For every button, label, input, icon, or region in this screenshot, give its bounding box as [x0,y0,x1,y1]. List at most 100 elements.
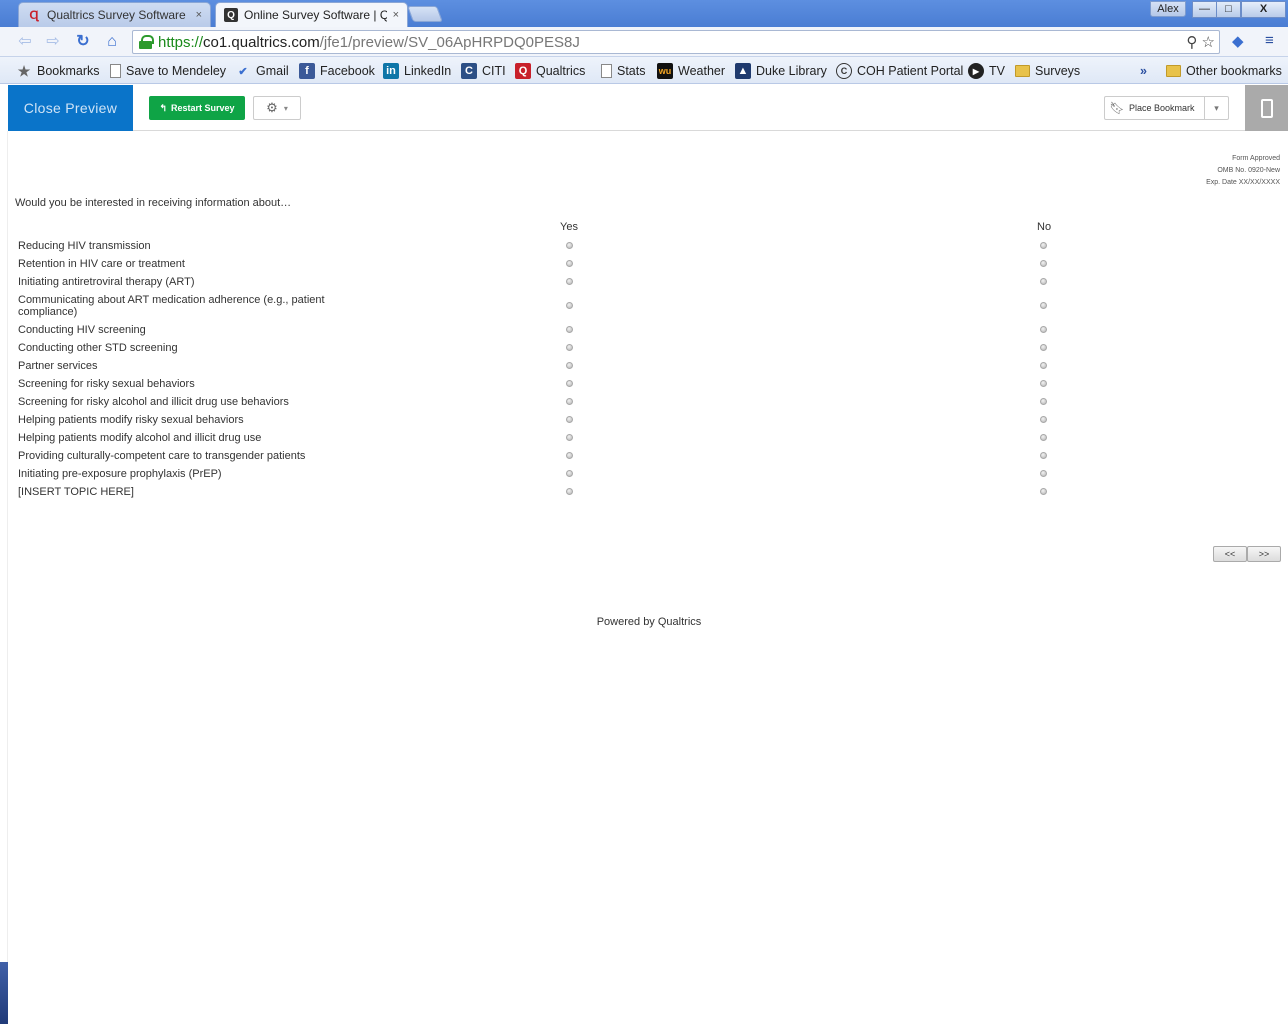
close-preview-button[interactable]: Close Preview [8,85,133,131]
radio-yes[interactable] [566,302,573,309]
url-scheme: https:// [158,33,204,51]
navigation-toolbar: ⇦ ⇨ ↻ ⌂ https://co1.qualtrics.com/jfe1/p… [0,27,1288,57]
radio-no[interactable] [1040,326,1047,333]
bookmark-citi[interactable]: C CITI [461,62,506,80]
bookmark-qualtrics[interactable]: Q Qualtrics [515,62,585,80]
citi-icon: C [461,63,477,79]
next-button[interactable]: >> [1247,546,1281,562]
radio-no[interactable] [1040,260,1047,267]
question-text: Would you be interested in receiving inf… [15,197,292,209]
bookmark-surveys[interactable]: Surveys [1015,62,1080,80]
facebook-icon: f [299,63,315,79]
radio-no[interactable] [1040,416,1047,423]
bookmark-linkedin[interactable]: in LinkedIn [383,62,451,80]
radio-yes[interactable] [566,242,573,249]
tab-title: Online Survey Software | Q [244,8,387,22]
powered-by-footer: Powered by Qualtrics [596,616,702,628]
restart-survey-button[interactable]: ↰ Restart Survey [149,96,245,120]
radio-yes[interactable] [566,362,573,369]
radio-yes[interactable] [566,452,573,459]
radio-no[interactable] [1040,398,1047,405]
lock-icon [139,35,154,49]
radio-no[interactable] [1040,344,1047,351]
radio-no[interactable] [1040,470,1047,477]
radio-yes[interactable] [566,470,573,477]
radio-yes[interactable] [566,416,573,423]
gear-icon: ⚙ [266,100,278,115]
bookmarks-overflow-chevron[interactable]: » [1140,62,1147,80]
reload-icon[interactable]: ↻ [72,31,94,53]
bookmark-label: TV [989,64,1005,78]
bookmark-label: CITI [482,64,506,78]
radio-no[interactable] [1040,452,1047,459]
bookmark-label: Surveys [1035,64,1081,78]
radio-no[interactable] [1040,434,1047,441]
matrix-row-label: Helping patients modify risky sexual beh… [18,414,244,426]
matrix-row-label: Helping patients modify alcohol and illi… [18,432,262,444]
bookmark-label: Other bookmarks [1186,64,1282,78]
bookmark-label: Facebook [320,64,375,78]
bookmark-save-to-mendeley[interactable]: Save to Mendeley [110,62,226,80]
bookmark-label: Duke Library [756,64,827,78]
bookmark-stats[interactable]: Stats [601,62,646,80]
bookmark-gmail[interactable]: ✔ Gmail [235,62,288,80]
matrix-row-label: Partner services [18,360,98,372]
bookmark-label: LinkedIn [404,64,452,78]
bookmark-bookmarks[interactable]: ★ Bookmarks [16,62,100,80]
radio-yes[interactable] [566,380,573,387]
close-tab-icon[interactable]: × [196,9,202,21]
tab-online-survey-software[interactable]: Q Online Survey Software | Q × [215,2,408,27]
place-bookmark-label: Place Bookmark [1129,103,1195,113]
matrix-row-label: Conducting other STD screening [18,342,178,354]
radio-no[interactable] [1040,362,1047,369]
preview-options-button[interactable]: ⚙ ▾ [253,96,301,120]
bookmark-facebook[interactable]: f Facebook [299,62,375,80]
other-bookmarks[interactable]: Other bookmarks [1166,62,1282,80]
chevron-down-icon: ▾ [283,103,288,113]
radio-yes[interactable] [566,398,573,405]
bookmark-label: Weather [678,64,726,78]
maximize-button[interactable]: □ [1216,1,1241,18]
omb-notice: Form Approved OMB No. 0920-New Exp. Date… [1206,153,1280,189]
close-window-button[interactable]: X [1241,1,1286,18]
radio-no[interactable] [1040,278,1047,285]
star-icon[interactable]: ☆ [1202,34,1215,51]
radio-no[interactable] [1040,302,1047,309]
taskbar-edge [0,962,8,1024]
menu-icon[interactable]: ≡ [1265,32,1274,49]
radio-yes[interactable] [566,488,573,495]
radio-no[interactable] [1040,242,1047,249]
chevron-down-icon[interactable]: ▾ [1204,97,1228,119]
radio-yes[interactable] [566,260,573,267]
close-tab-icon[interactable]: × [393,9,399,21]
radio-no[interactable] [1040,488,1047,495]
extension-icon[interactable]: ◆ [1232,32,1244,50]
omb-line: OMB No. 0920-New [1217,167,1280,174]
radio-yes[interactable] [566,326,573,333]
bookmark-tv[interactable]: ▶ TV [968,62,1005,80]
qualtrics-icon: Q [515,63,531,79]
radio-yes[interactable] [566,344,573,351]
mobile-preview-toggle[interactable] [1245,85,1288,131]
matrix-row-label: Initiating pre-exposure prophylaxis (PrE… [18,468,222,480]
radio-yes[interactable] [566,434,573,441]
radio-yes[interactable] [566,278,573,285]
home-icon[interactable]: ⌂ [101,31,123,53]
matrix-row-label: Screening for risky sexual behaviors [18,378,195,390]
preview-bar: Close Preview ↰ Restart Survey ⚙ ▾ 🔖︎ Pl… [8,85,1288,131]
bookmark-duke-library[interactable]: ▲ Duke Library [735,62,827,80]
address-bar[interactable]: https://co1.qualtrics.com/jfe1/preview/S… [132,30,1220,54]
tab-qualtrics-survey-software[interactable]: Ɋ Qualtrics Survey Software × [18,2,211,27]
profile-button[interactable]: Alex [1150,1,1186,17]
radio-no[interactable] [1040,380,1047,387]
bookmark-weather[interactable]: wu Weather [657,62,725,80]
zoom-icon[interactable]: ⚲ [1186,34,1197,51]
bookmark-coh-patient-portal[interactable]: C COH Patient Portal [836,62,963,80]
matrix-row-label: Reducing HIV transmission [18,240,151,252]
new-tab-button[interactable] [407,6,443,22]
minimize-button[interactable]: — [1192,1,1217,18]
back-arrow-icon[interactable]: ⇦ [14,31,36,53]
back-button[interactable]: << [1213,546,1247,562]
place-bookmark-button[interactable]: 🔖︎ Place Bookmark ▾ [1104,96,1229,120]
forward-arrow-icon[interactable]: ⇨ [42,31,64,53]
